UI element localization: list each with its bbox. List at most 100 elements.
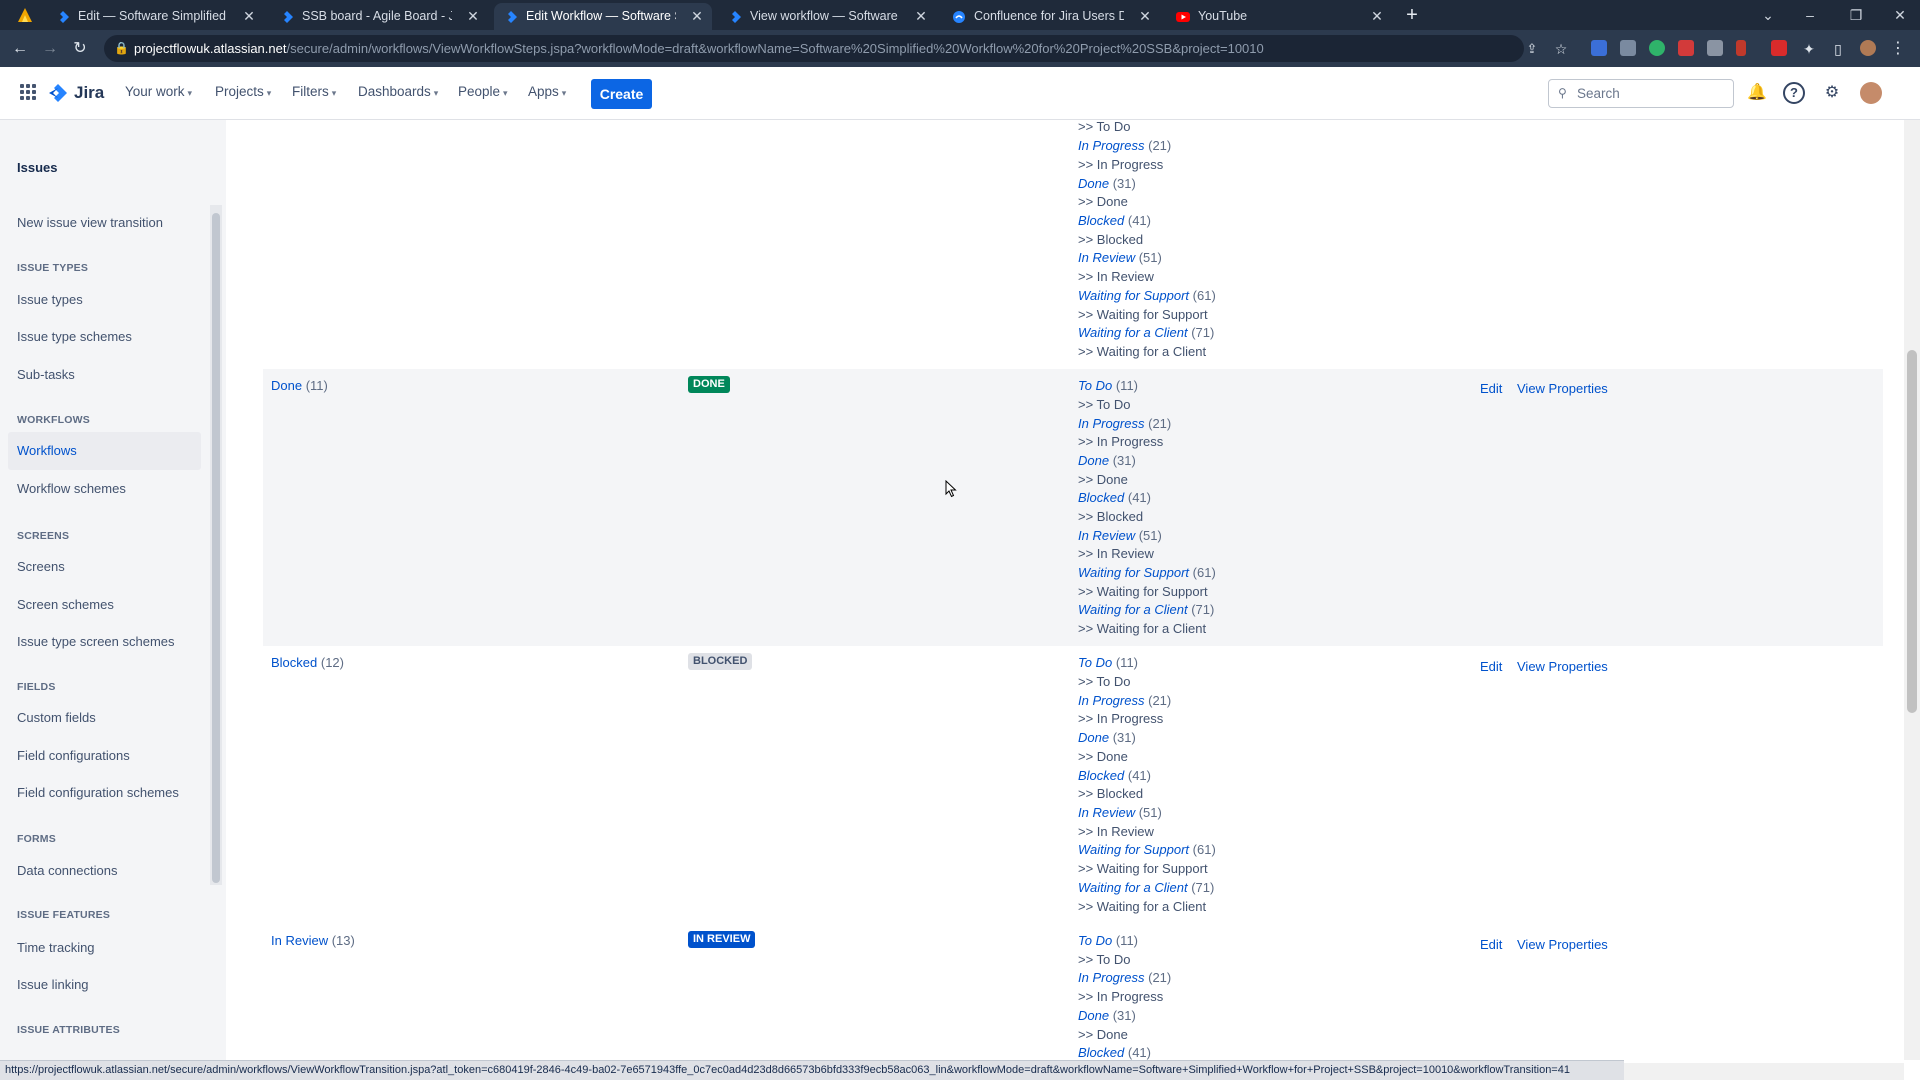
jira-logo[interactable]: Jira — [48, 80, 104, 106]
extension-icon[interactable] — [1736, 40, 1746, 56]
forward-icon[interactable]: → — [40, 39, 60, 59]
transition-link[interactable]: To Do (11) — [1078, 378, 1138, 393]
sidebar-item-workflows[interactable]: Workflows — [17, 443, 77, 458]
step-name-blocked[interactable]: Blocked (12) — [271, 655, 344, 670]
sidebar-scrollbar-thumb[interactable] — [212, 213, 220, 883]
browser-tab[interactable]: YouTube ✕ — [1166, 3, 1392, 30]
sidebar-item-issue-types[interactable]: Issue types — [17, 292, 83, 307]
profile-avatar-icon[interactable] — [1860, 40, 1876, 56]
transition-link[interactable]: Waiting for a Client (71) — [1078, 880, 1214, 895]
extension-icon[interactable] — [1649, 40, 1665, 56]
nav-your-work[interactable]: Your work ▾ — [125, 84, 192, 99]
transition-link[interactable]: In Review (51) — [1078, 805, 1162, 820]
extension-icon[interactable] — [1678, 40, 1694, 56]
transition-link[interactable]: Waiting for a Client (71) — [1078, 325, 1214, 340]
restore-icon[interactable]: ❐ — [1836, 0, 1876, 30]
browser-tab[interactable]: View workflow — Software Simpl ✕ — [718, 3, 936, 30]
search-input[interactable]: ⚲ Search — [1548, 79, 1734, 108]
settings-gear-icon[interactable]: ⚙ — [1821, 82, 1843, 104]
close-tab-icon[interactable]: ✕ — [466, 3, 480, 30]
notifications-icon[interactable]: 🔔 — [1746, 82, 1768, 104]
transition-link[interactable]: Waiting for a Client (71) — [1078, 602, 1214, 617]
minimize-icon[interactable]: – — [1790, 0, 1830, 30]
nav-filters[interactable]: Filters ▾ — [292, 84, 336, 99]
transition-link[interactable]: In Progress (21) — [1078, 416, 1171, 431]
bookmark-star-icon[interactable]: ☆ — [1551, 39, 1571, 59]
transition-link[interactable]: Blocked (41) — [1078, 490, 1151, 505]
new-tab-icon[interactable]: + — [1400, 3, 1424, 27]
sidebar-item-issue-type-screen-schemes[interactable]: Issue type screen schemes — [17, 634, 175, 649]
tab-search-icon[interactable]: ⌄ — [1748, 0, 1788, 30]
view-properties-link[interactable]: View Properties — [1517, 937, 1608, 952]
sidebar-scrollbar[interactable] — [210, 205, 222, 885]
back-icon[interactable]: ← — [10, 39, 30, 59]
close-tab-icon[interactable]: ✕ — [242, 3, 256, 30]
step-name-in-review[interactable]: In Review (13) — [271, 933, 355, 948]
page-scrollbar[interactable] — [1904, 120, 1920, 1060]
sidebar-item-new-issue-view-transition[interactable]: New issue view transition — [17, 215, 163, 230]
transition-link[interactable]: Waiting for Support (61) — [1078, 842, 1216, 857]
transition-link[interactable]: Waiting for Support (61) — [1078, 288, 1216, 303]
reload-icon[interactable]: ↻ — [70, 39, 90, 59]
transition-link[interactable]: Done (31) — [1078, 1008, 1136, 1023]
transition-link[interactable]: In Progress (21) — [1078, 970, 1171, 985]
nav-apps[interactable]: Apps ▾ — [528, 84, 566, 99]
transition-link[interactable]: In Review (51) — [1078, 528, 1162, 543]
close-tab-icon[interactable]: ✕ — [1138, 3, 1152, 30]
page-scrollbar-thumb[interactable] — [1907, 350, 1917, 713]
app-switcher-icon[interactable] — [20, 84, 36, 100]
transition-link[interactable]: Done (31) — [1078, 730, 1136, 745]
transition-link[interactable]: Waiting for Support (61) — [1078, 565, 1216, 580]
browser-tab-active[interactable]: Edit Workflow — Software Simplif ✕ — [494, 3, 712, 30]
close-tab-icon[interactable]: ✕ — [914, 3, 928, 30]
sidebar-item-workflow-schemes[interactable]: Workflow schemes — [17, 481, 126, 496]
edit-step-link[interactable]: Edit — [1480, 381, 1502, 396]
transition-link[interactable]: To Do (11) — [1078, 655, 1138, 670]
close-tab-icon[interactable]: ✕ — [1370, 3, 1384, 30]
transition-link[interactable]: Blocked (41) — [1078, 213, 1151, 228]
help-icon[interactable]: ? — [1783, 82, 1805, 104]
step-name-link[interactable]: In Review — [271, 933, 328, 948]
browser-tab[interactable]: SSB board - Agile Board - Jira ✕ — [270, 3, 488, 30]
browser-tab[interactable]: Edit — Software Simplified Work ✕ — [46, 3, 264, 30]
horizontal-scrollbar[interactable] — [1624, 1063, 1904, 1080]
transition-link[interactable]: In Progress (21) — [1078, 138, 1171, 153]
extension-icon[interactable] — [1591, 40, 1607, 56]
close-window-icon[interactable]: ✕ — [1880, 0, 1920, 30]
sidebar-item-issue-linking[interactable]: Issue linking — [17, 977, 89, 992]
transition-link[interactable]: Blocked (41) — [1078, 1045, 1151, 1060]
close-tab-icon[interactable]: ✕ — [690, 3, 704, 30]
sidebar-item-sub-tasks[interactable]: Sub-tasks — [17, 367, 75, 382]
transition-link[interactable]: In Review (51) — [1078, 250, 1162, 265]
transition-link[interactable]: To Do (11) — [1078, 933, 1138, 948]
edit-step-link[interactable]: Edit — [1480, 659, 1502, 674]
sidebar-item-screens[interactable]: Screens — [17, 559, 65, 574]
sidebar-item-time-tracking[interactable]: Time tracking — [17, 940, 95, 955]
sidebar-item-custom-fields[interactable]: Custom fields — [17, 710, 96, 725]
view-properties-link[interactable]: View Properties — [1517, 659, 1608, 674]
create-button[interactable]: Create — [591, 79, 652, 109]
sidebar-item-field-configuration-schemes[interactable]: Field configuration schemes — [17, 785, 179, 800]
browser-menu-icon[interactable]: ⋮ — [1888, 39, 1908, 59]
transition-link[interactable]: Blocked (41) — [1078, 768, 1151, 783]
extensions-puzzle-icon[interactable]: ✦ — [1799, 39, 1819, 59]
sidebar-item-screen-schemes[interactable]: Screen schemes — [17, 597, 114, 612]
sidebar-item-data-connections[interactable]: Data connections — [17, 863, 117, 878]
transition-link[interactable]: In Progress (21) — [1078, 693, 1171, 708]
sidebar-item-field-configurations[interactable]: Field configurations — [17, 748, 130, 763]
transition-link[interactable]: Done (31) — [1078, 453, 1136, 468]
extension-icon[interactable] — [1707, 40, 1723, 56]
share-icon[interactable]: ⇪ — [1522, 39, 1542, 59]
address-bar[interactable]: 🔒 projectflowuk.atlassian.net/secure/adm… — [104, 35, 1524, 62]
extension-icon[interactable] — [1620, 40, 1636, 56]
lock-icon[interactable]: 🔒 — [114, 35, 129, 62]
browser-profile-icon[interactable] — [16, 6, 34, 24]
avatar[interactable] — [1860, 82, 1882, 104]
nav-dashboards[interactable]: Dashboards ▾ — [358, 84, 438, 99]
browser-tab[interactable]: Confluence for Jira Users Demo ✕ — [942, 3, 1160, 30]
step-name-link[interactable]: Blocked — [271, 655, 317, 670]
nav-projects[interactable]: Projects ▾ — [215, 84, 271, 99]
sidebar-item-issue-type-schemes[interactable]: Issue type schemes — [17, 329, 132, 344]
step-name-done[interactable]: Done (11) — [271, 378, 328, 393]
side-panel-icon[interactable]: ▯ — [1828, 39, 1848, 59]
